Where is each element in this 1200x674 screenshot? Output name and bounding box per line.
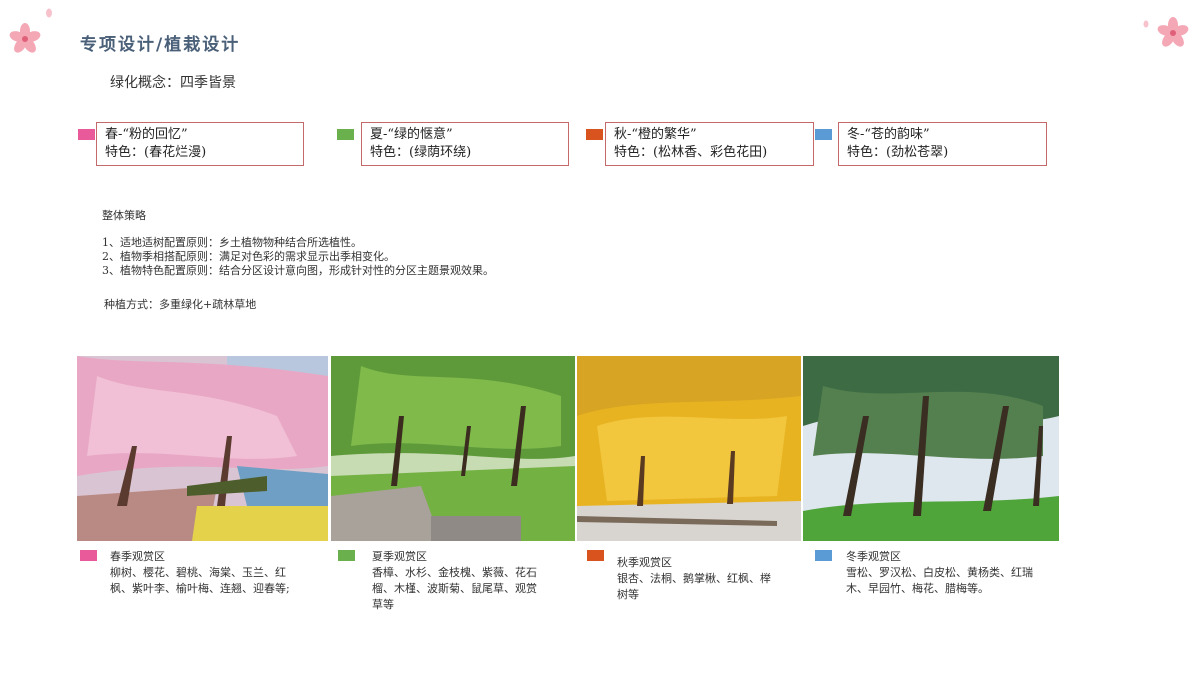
zone-plants-line: 柳树、樱花、碧桃、海棠、玉兰、红 [110, 566, 286, 579]
summer-photo [331, 356, 575, 541]
planting-method: 种植方式：多重绿化+疏林草地 [104, 298, 257, 311]
autumn-zone-swatch [587, 550, 604, 561]
zone-title: 春季观赏区 [110, 550, 165, 563]
strategy-item: 3、植物特色配置原则：结合分区设计意向图，形成针对性的分区主题景观效果。 [102, 264, 494, 277]
season-feature: 特色：(劲松苍翠) [847, 145, 949, 160]
zone-title: 秋季观赏区 [617, 556, 672, 569]
summer-zone: 夏季观赏区 香樟、水杉、金枝槐、紫薇、花石 榴、木槿、波斯菊、鼠尾草、观赏 草等 [372, 549, 537, 613]
season-card-spring: 春-“粉的回忆” 特色：(春花烂漫) [96, 122, 304, 166]
cherry-blossom-icon [9, 23, 41, 53]
zone-plants-line: 树等 [617, 588, 639, 601]
autumn-photo [577, 356, 801, 541]
zone-plants-line: 榴、木槿、波斯菊、鼠尾草、观赏 [372, 582, 537, 595]
season-card-autumn: 秋-“橙的繁华” 特色：(松林香、彩色花田) [605, 122, 814, 166]
strategy-item: 2、植物季相搭配原则：满足对色彩的需求显示出季相变化。 [102, 250, 395, 263]
zone-plants-line: 草等 [372, 598, 394, 611]
season-feature: 特色：(绿荫环绕) [370, 145, 472, 160]
petal-icon [46, 8, 52, 18]
spring-color-swatch [78, 129, 95, 140]
zone-plants-line: 香樟、水杉、金枝槐、紫薇、花石 [372, 566, 537, 579]
season-name: 春-“粉的回忆” [105, 127, 188, 142]
strategy-item: 1、适地适树配置原则：乡土植物物种结合所选植性。 [102, 236, 362, 249]
season-feature: 特色：(春花烂漫) [105, 145, 207, 160]
winter-zone-swatch [815, 550, 832, 561]
zone-title: 冬季观赏区 [846, 550, 901, 563]
winter-zone: 冬季观赏区 雪松、罗汉松、白皮松、黄杨类、红瑞 木、早园竹、梅花、腊梅等。 [846, 549, 1033, 597]
winter-color-swatch [815, 129, 832, 140]
petal-icon-right [1143, 20, 1149, 28]
autumn-color-swatch [586, 129, 603, 140]
zone-title: 夏季观赏区 [372, 550, 427, 563]
spring-zone-swatch [80, 550, 97, 561]
cherry-blossom-icon-right [1157, 17, 1189, 47]
season-name: 夏-“绿的惬意” [370, 127, 453, 142]
overall-strategy: 整体策略 1、适地适树配置原则：乡土植物物种结合所选植性。 2、植物季相搭配原则… [102, 208, 494, 278]
season-name: 冬-“苍的韵味” [847, 127, 930, 142]
season-card-summer: 夏-“绿的惬意” 特色：(绿荫环绕) [361, 122, 569, 166]
greening-concept: 绿化概念：四季皆景 [110, 75, 236, 91]
zone-plants-line: 枫、紫叶李、榆叶梅、连翘、迎春等; [110, 582, 290, 595]
autumn-zone: 秋季观赏区 银杏、法桐、鹅掌楸、红枫、榉 树等 [617, 555, 771, 603]
season-card-winter: 冬-“苍的韵味” 特色：(劲松苍翠) [838, 122, 1047, 166]
spring-photo [77, 356, 328, 541]
strategy-heading: 整体策略 [102, 209, 146, 222]
summer-color-swatch [337, 129, 354, 140]
winter-photo [803, 356, 1059, 541]
season-name: 秋-“橙的繁华” [614, 127, 697, 142]
page-title: 专项设计/植栽设计 [80, 35, 241, 55]
summer-zone-swatch [338, 550, 355, 561]
spring-zone: 春季观赏区 柳树、樱花、碧桃、海棠、玉兰、红 枫、紫叶李、榆叶梅、连翘、迎春等; [110, 549, 290, 597]
zone-plants-line: 银杏、法桐、鹅掌楸、红枫、榉 [617, 572, 771, 585]
season-feature: 特色：(松林香、彩色花田) [614, 145, 768, 160]
zone-plants-line: 木、早园竹、梅花、腊梅等。 [846, 582, 989, 595]
zone-plants-line: 雪松、罗汉松、白皮松、黄杨类、红瑞 [846, 566, 1033, 579]
